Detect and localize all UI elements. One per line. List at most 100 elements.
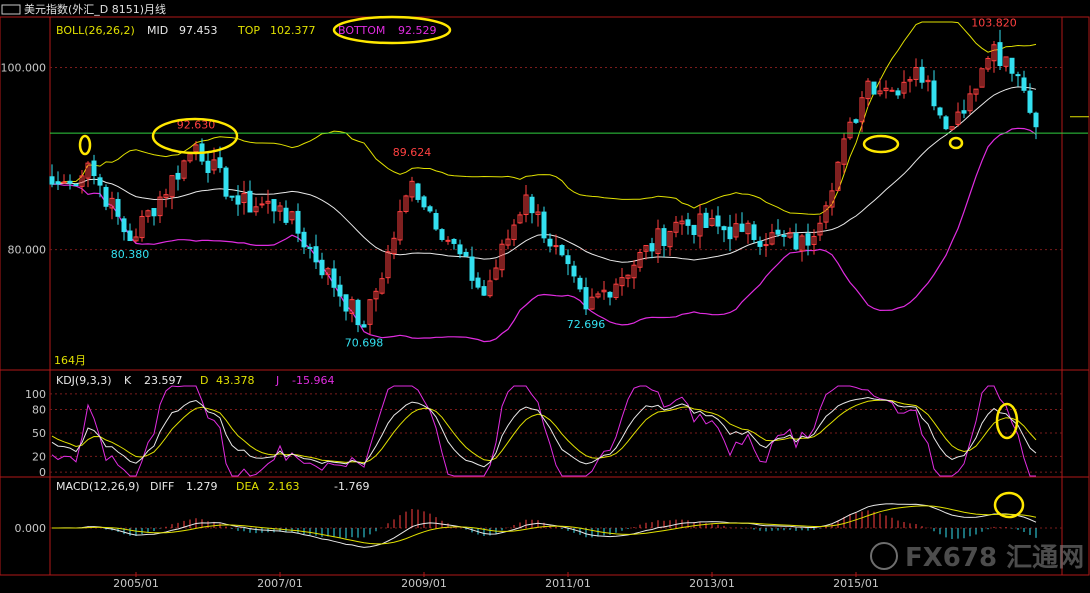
candle[interactable] [415, 183, 421, 200]
candle[interactable] [805, 233, 811, 246]
candle[interactable] [319, 259, 325, 276]
candle[interactable] [295, 210, 301, 234]
candle[interactable] [451, 238, 457, 244]
candle[interactable] [853, 119, 859, 123]
candle[interactable] [1021, 77, 1027, 91]
candle[interactable] [361, 324, 367, 328]
candle[interactable] [1027, 90, 1033, 113]
candle[interactable] [871, 81, 877, 95]
candle[interactable] [763, 244, 769, 247]
candle[interactable] [583, 287, 589, 310]
trough-label: 72.696 [567, 318, 606, 331]
macd-tick-label: 0.000 [15, 522, 47, 535]
candle[interactable] [205, 160, 211, 173]
candle[interactable] [691, 224, 697, 236]
annotations: 92.63089.624103.82080.38070.69872.696 [78, 15, 1017, 349]
kdj-tick-label: 80 [32, 403, 46, 416]
window-icon[interactable] [1, 4, 21, 15]
candle[interactable] [793, 233, 799, 250]
candle[interactable] [127, 230, 133, 242]
candle[interactable] [1033, 112, 1039, 128]
candle[interactable] [151, 208, 157, 217]
candle[interactable] [781, 234, 787, 237]
candle[interactable] [217, 157, 223, 169]
candle[interactable] [607, 291, 613, 298]
candle[interactable] [433, 213, 439, 230]
candle[interactable] [229, 195, 235, 198]
candle[interactable] [175, 172, 181, 180]
candle[interactable] [649, 243, 655, 252]
candle[interactable] [559, 245, 565, 256]
candle[interactable] [1009, 57, 1015, 74]
candle[interactable] [685, 219, 691, 226]
bottom-label: BOTTOM [338, 24, 385, 37]
candle[interactable] [259, 203, 265, 206]
boll-legend: BOLL(26,26,2) MID 97.453 TOP 102.377 BOT… [54, 24, 437, 367]
candle[interactable] [247, 190, 253, 213]
candle[interactable] [571, 265, 577, 277]
candle[interactable] [283, 207, 289, 223]
candle[interactable] [427, 206, 433, 212]
trough-label: 80.380 [111, 248, 150, 261]
candle[interactable] [943, 116, 949, 130]
candle[interactable] [301, 231, 307, 248]
candle[interactable] [73, 183, 79, 187]
candle[interactable] [541, 211, 547, 239]
candle[interactable] [937, 107, 943, 116]
candle[interactable] [235, 195, 241, 205]
candle[interactable] [481, 286, 487, 296]
candle[interactable] [577, 277, 583, 290]
candle[interactable] [721, 226, 727, 231]
macd-legend: MACD(12,26,9) DIFF 1.279 DEA 2.163 -1.76… [56, 480, 369, 493]
candle[interactable] [91, 160, 97, 177]
candle[interactable] [313, 246, 319, 263]
candle[interactable] [271, 199, 277, 212]
candle[interactable] [55, 181, 61, 185]
candle[interactable] [751, 224, 757, 240]
peak-label: 89.624 [393, 146, 432, 159]
candle[interactable] [49, 176, 55, 185]
candle[interactable] [421, 196, 427, 208]
candle[interactable] [895, 90, 901, 96]
candle[interactable] [121, 218, 127, 233]
candle[interactable] [355, 299, 361, 326]
candle[interactable] [553, 245, 559, 248]
candle[interactable] [469, 256, 475, 281]
candle[interactable] [67, 180, 73, 184]
candle[interactable] [727, 226, 733, 240]
candle[interactable] [997, 42, 1003, 67]
candle[interactable] [439, 229, 445, 240]
candle[interactable] [457, 244, 463, 255]
candle[interactable] [565, 255, 571, 265]
kdj-tick-label: 20 [32, 450, 46, 463]
candle[interactable] [115, 198, 121, 217]
candle[interactable] [445, 239, 451, 242]
candle[interactable] [961, 110, 967, 114]
candle[interactable] [757, 240, 763, 247]
candle[interactable] [223, 167, 229, 197]
candle[interactable] [715, 215, 721, 227]
candle[interactable] [463, 251, 469, 257]
candle[interactable] [337, 284, 343, 297]
candle[interactable] [661, 228, 667, 247]
candle[interactable] [529, 196, 535, 214]
candle[interactable] [919, 66, 925, 83]
candle[interactable] [775, 229, 781, 235]
candle[interactable] [343, 294, 349, 312]
candle[interactable] [307, 246, 313, 249]
candlestick-series[interactable] [49, 29, 1039, 335]
candle[interactable] [703, 212, 709, 228]
candle[interactable] [889, 89, 895, 92]
candle[interactable] [61, 181, 67, 184]
candle[interactable] [331, 268, 337, 288]
candle[interactable] [1015, 74, 1021, 77]
chart-canvas[interactable]: 100.00080.000 92.63089.624103.82080.3807… [0, 0, 1090, 593]
x-tick-label: 2005/01 [113, 577, 159, 590]
candle[interactable] [931, 80, 937, 107]
candle[interactable] [103, 186, 109, 207]
watermark-text: FX678 汇通网 [905, 543, 1084, 573]
candle[interactable] [547, 238, 553, 247]
candle[interactable] [475, 277, 481, 288]
candle[interactable] [739, 223, 745, 232]
candle[interactable] [97, 177, 103, 186]
